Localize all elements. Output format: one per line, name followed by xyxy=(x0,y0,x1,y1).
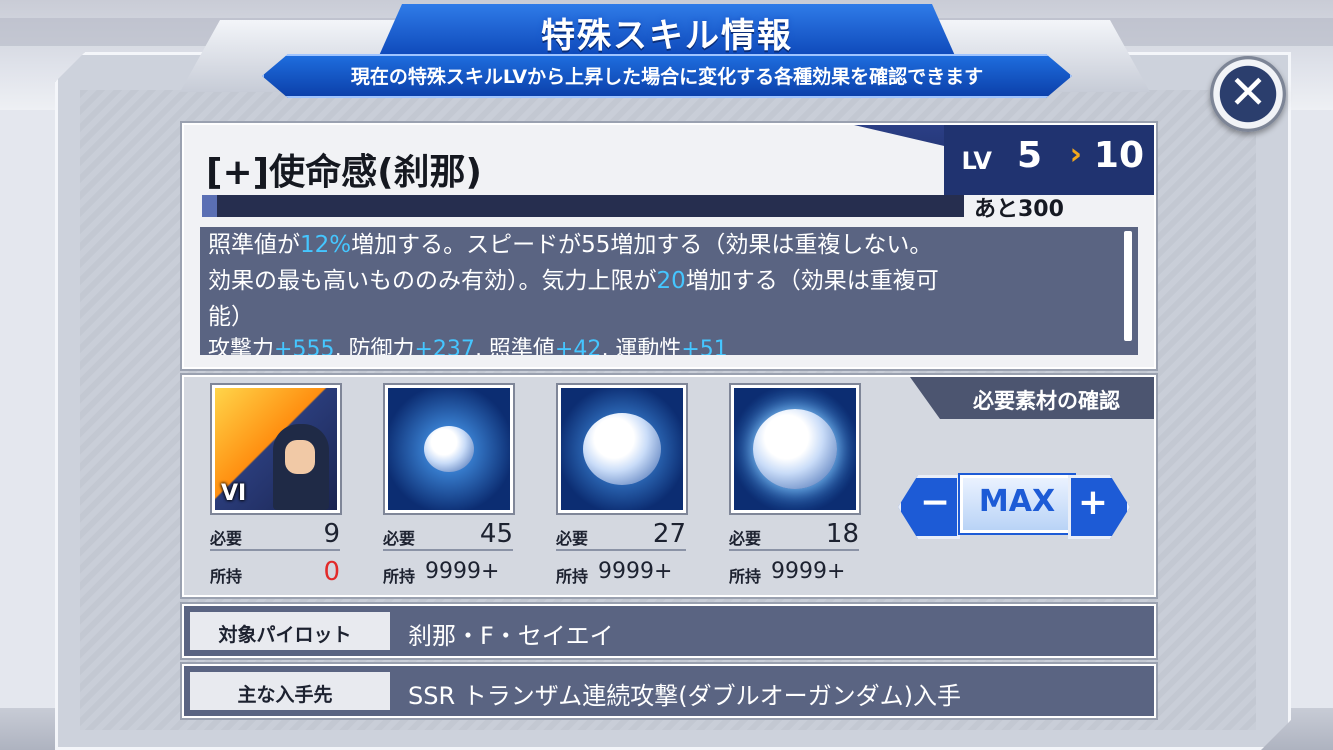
need-row: 必要 45 xyxy=(383,519,513,551)
description-scrollbar[interactable] xyxy=(1124,231,1132,341)
materials-panel: 必要素材の確認 VI 必要 9 所持 0 必要 45 所持 9999+ 必要 2… xyxy=(182,375,1156,597)
max-label: MAX xyxy=(978,484,1056,519)
need-count: 9 xyxy=(323,519,340,549)
plus-icon: + xyxy=(1077,482,1109,523)
target-pilot-label-box: 対象パイロット xyxy=(190,612,390,650)
exp-remaining: あと300 xyxy=(974,197,1064,222)
skill-card: [+]使命感(刹那) LV 5 › 10 あと300 照準値が12%増加する。ス… xyxy=(182,123,1156,369)
skill-name: [+]使命感(刹那) xyxy=(206,152,482,193)
materials-title: 必要素材の確認 xyxy=(973,389,1120,413)
have-row: 所持 9999+ xyxy=(383,559,500,586)
need-count: 27 xyxy=(652,519,686,549)
dialog-title: 特殊スキル情報 xyxy=(541,16,793,56)
source-label-box: 主な入手先 xyxy=(190,672,390,710)
target-pilot-value: 刹那・F・セイエイ xyxy=(408,622,614,650)
description-line-2: 効果の最も高いもののみ有効）。気力上限が20増加する（効果は重複可 xyxy=(208,268,939,294)
have-count: 0 xyxy=(323,557,340,587)
need-count: 18 xyxy=(825,519,859,549)
have-row: 所持 9999+ xyxy=(556,559,673,586)
description-text: 照準値が12%増加する。スピードが55増加する（効果は重複しない。 効果の最も高… xyxy=(208,227,1118,335)
have-row: 所持 9999+ xyxy=(729,559,846,586)
rank-badge: VI xyxy=(221,481,247,506)
orb-shape xyxy=(583,413,661,485)
exp-bar-fill xyxy=(202,195,218,217)
stats-line: 攻撃力+555, 防御力+237, 照準値+42, 運動性+51 xyxy=(208,337,728,355)
minus-icon: − xyxy=(919,482,951,523)
lv-next: 10 xyxy=(1093,135,1144,176)
description-line-1: 照準値が12%増加する。スピードが55増加する（効果は重複しない。 xyxy=(208,232,933,258)
material-item[interactable]: VI 必要 9 所持 0 xyxy=(210,385,340,587)
small-orb-icon xyxy=(385,385,513,513)
pilot-card-icon: VI xyxy=(212,385,340,513)
increase-button[interactable]: + xyxy=(1068,475,1130,539)
orb-shape xyxy=(424,426,474,472)
skill-description[interactable]: 照準値が12%増加する。スピードが55増加する（効果は重複しない。 効果の最も高… xyxy=(200,227,1138,355)
exp-bar xyxy=(202,195,964,217)
chevron-right-icon: › xyxy=(1069,137,1082,172)
material-item[interactable]: 必要 18 所持 9999+ xyxy=(729,385,859,586)
have-count: 9999+ xyxy=(598,559,673,584)
dialog-subtitle: 現在の特殊スキルLVから上昇した場合に変化する各種効果を確認できます xyxy=(350,66,984,88)
close-icon: ✕ xyxy=(1228,65,1268,119)
max-button[interactable]: MAX xyxy=(960,475,1074,533)
have-count: 9999+ xyxy=(771,559,846,584)
description-line-3: 能） xyxy=(208,304,254,330)
source-row: 主な入手先 SSR トランザム連続攻撃(ダブルオーガンダム)入手 xyxy=(182,664,1156,718)
quantity-stepper: − MAX + xyxy=(898,475,1130,539)
decrease-button[interactable]: − xyxy=(898,475,960,539)
large-orb-icon xyxy=(731,385,859,513)
lv-label: LV xyxy=(961,147,992,175)
pilot-face xyxy=(285,440,315,474)
lv-current: 5 xyxy=(1016,135,1042,176)
orb-shape xyxy=(753,409,837,489)
have-row: 所持 0 xyxy=(210,557,340,587)
need-row: 必要 18 xyxy=(729,519,859,551)
close-button[interactable]: ✕ xyxy=(1210,56,1286,132)
material-item[interactable]: 必要 27 所持 9999+ xyxy=(556,385,686,586)
need-count: 45 xyxy=(479,519,513,549)
target-pilot-label: 対象パイロット xyxy=(218,624,352,646)
material-item[interactable]: 必要 45 所持 9999+ xyxy=(383,385,513,586)
need-row: 必要 9 xyxy=(210,519,340,551)
target-pilot-row: 対象パイロット 刹那・F・セイエイ xyxy=(182,604,1156,658)
source-label: 主な入手先 xyxy=(237,684,333,706)
have-count: 9999+ xyxy=(425,559,500,584)
source-value: SSR トランザム連続攻撃(ダブルオーガンダム)入手 xyxy=(408,682,962,710)
need-row: 必要 27 xyxy=(556,519,686,551)
medium-orb-icon xyxy=(558,385,686,513)
